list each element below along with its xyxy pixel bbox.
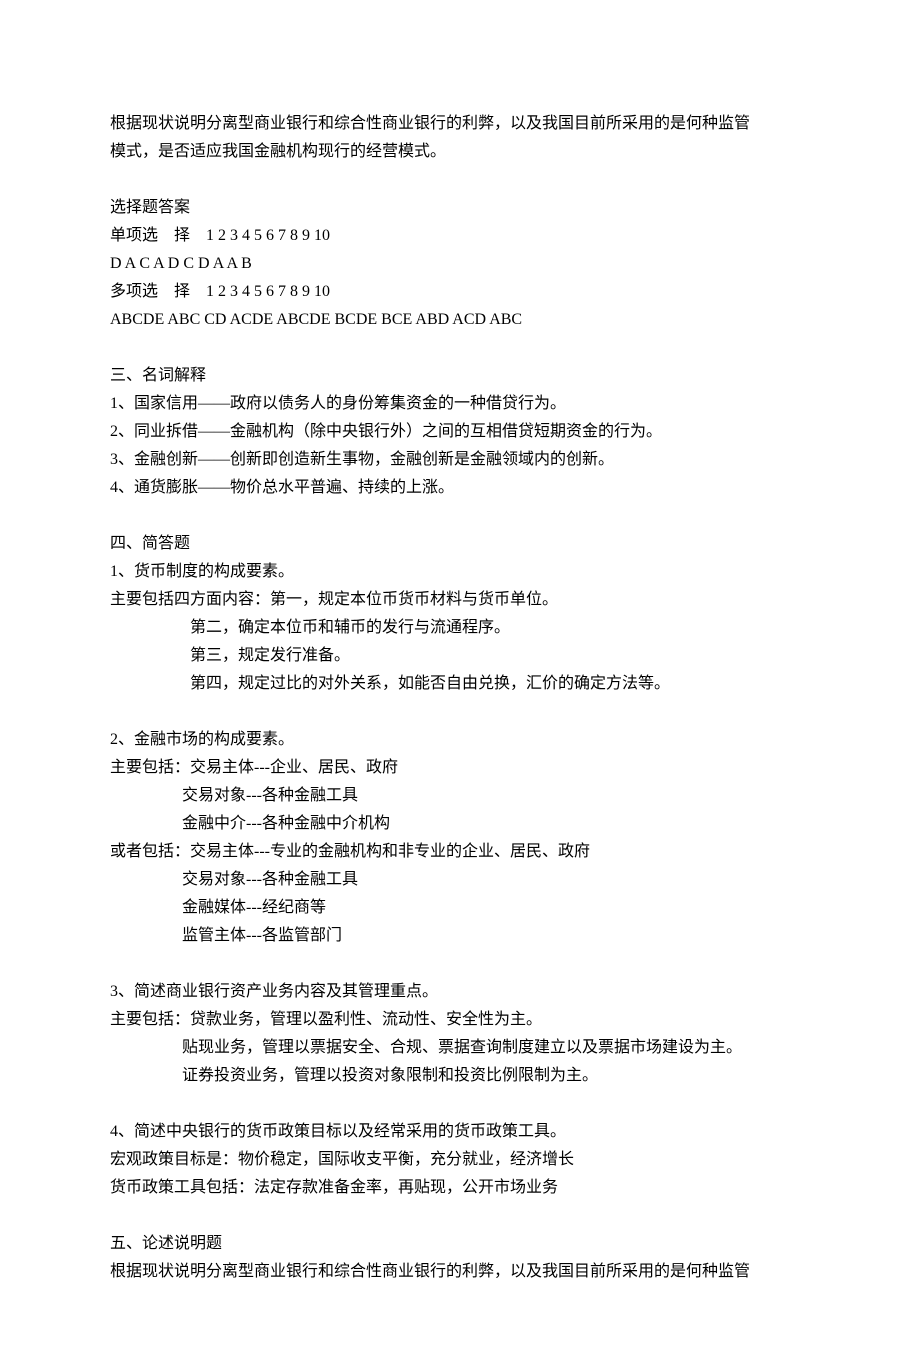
q4-line-2: 货币政策工具包括：法定存款准备金率，再贴现，公开市场业务	[110, 1174, 810, 1202]
intro-line-1: 根据现状说明分离型商业银行和综合性商业银行的利弊，以及我国目前所采用的是何种监管	[110, 110, 810, 138]
q3-line-1: 贴现业务，管理以票据安全、合规、票据查询制度建立以及票据市场建设为主。	[110, 1034, 810, 1062]
term-4: 4、通货膨胀——物价总水平普遍、持续的上涨。	[110, 474, 810, 502]
q3-line-2: 证券投资业务，管理以投资对象限制和投资比例限制为主。	[110, 1062, 810, 1090]
q2-b1-line-2: 金融中介---各种金融中介机构	[110, 810, 810, 838]
q1-line-3: 第三，规定发行准备。	[110, 642, 810, 670]
q4-line-1: 宏观政策目标是：物价稳定，国际收支平衡，充分就业，经济增长	[110, 1146, 810, 1174]
section-3-title: 三、名词解释	[110, 362, 810, 390]
question-2: 2、金融市场的构成要素。 主要包括：交易主体---企业、居民、政府 交易对象--…	[110, 726, 810, 950]
q2-b2-line-3: 监管主体---各监管部门	[110, 922, 810, 950]
choice-title: 选择题答案	[110, 194, 810, 222]
q1-intro: 主要包括四方面内容：第一，规定本位币货币材料与货币单位。	[110, 586, 810, 614]
term-2: 2、同业拆借——金融机构（除中央银行外）之间的互相借贷短期资金的行为。	[110, 418, 810, 446]
question-3: 3、简述商业银行资产业务内容及其管理重点。 主要包括：贷款业务，管理以盈利性、流…	[110, 978, 810, 1090]
multi-choice-label: 多项选 择 1 2 3 4 5 6 7 8 9 10	[110, 278, 810, 306]
q1-question: 1、货币制度的构成要素。	[110, 558, 810, 586]
choice-answers-block: 选择题答案 单项选 择 1 2 3 4 5 6 7 8 9 10 D A C A…	[110, 194, 810, 334]
section-4-short-answers: 四、简答题 1、货币制度的构成要素。 主要包括四方面内容：第一，规定本位币货币材…	[110, 530, 810, 1202]
q3-question: 3、简述商业银行资产业务内容及其管理重点。	[110, 978, 810, 1006]
q2-b2-line-1: 交易对象---各种金融工具	[110, 866, 810, 894]
q2-b2-line-2: 金融媒体---经纪商等	[110, 894, 810, 922]
q2-b1-line-1: 交易对象---各种金融工具	[110, 782, 810, 810]
q1-line-2: 第二，确定本位币和辅币的发行与流通程序。	[110, 614, 810, 642]
document-page: 根据现状说明分离型商业银行和综合性商业银行的利弊，以及我国目前所采用的是何种监管…	[0, 0, 920, 1346]
intro-line-2: 模式，是否适应我国金融机构现行的经营模式。	[110, 138, 810, 166]
section-5-title: 五、论述说明题	[110, 1230, 810, 1258]
section-3-terms: 三、名词解释 1、国家信用——政府以债务人的身份筹集资金的一种借贷行为。 2、同…	[110, 362, 810, 502]
section-4-title: 四、简答题	[110, 530, 810, 558]
term-1: 1、国家信用——政府以债务人的身份筹集资金的一种借贷行为。	[110, 390, 810, 418]
single-choice-label: 单项选 择 1 2 3 4 5 6 7 8 9 10	[110, 222, 810, 250]
multi-choice-answers: ABCDE ABC CD ACDE ABCDE BCDE BCE ABD ACD…	[110, 306, 810, 334]
q4-question: 4、简述中央银行的货币政策目标以及经常采用的货币政策工具。	[110, 1118, 810, 1146]
question-4: 4、简述中央银行的货币政策目标以及经常采用的货币政策工具。 宏观政策目标是：物价…	[110, 1118, 810, 1202]
term-3: 3、金融创新——创新即创造新生事物，金融创新是金融领域内的创新。	[110, 446, 810, 474]
single-choice-answers: D A C A D C D A A B	[110, 250, 810, 278]
q2-intro-2: 或者包括：交易主体---专业的金融机构和非专业的企业、居民、政府	[110, 838, 810, 866]
q2-question: 2、金融市场的构成要素。	[110, 726, 810, 754]
section-5-essay: 五、论述说明题 根据现状说明分离型商业银行和综合性商业银行的利弊，以及我国目前所…	[110, 1230, 810, 1286]
intro-paragraph: 根据现状说明分离型商业银行和综合性商业银行的利弊，以及我国目前所采用的是何种监管…	[110, 110, 810, 166]
q2-intro-1: 主要包括：交易主体---企业、居民、政府	[110, 754, 810, 782]
q1-line-4: 第四，规定过比的对外关系，如能否自由兑换，汇价的确定方法等。	[110, 670, 810, 698]
q3-intro: 主要包括：贷款业务，管理以盈利性、流动性、安全性为主。	[110, 1006, 810, 1034]
question-1: 1、货币制度的构成要素。 主要包括四方面内容：第一，规定本位币货币材料与货币单位…	[110, 558, 810, 698]
section-5-line-1: 根据现状说明分离型商业银行和综合性商业银行的利弊，以及我国目前所采用的是何种监管	[110, 1258, 810, 1286]
